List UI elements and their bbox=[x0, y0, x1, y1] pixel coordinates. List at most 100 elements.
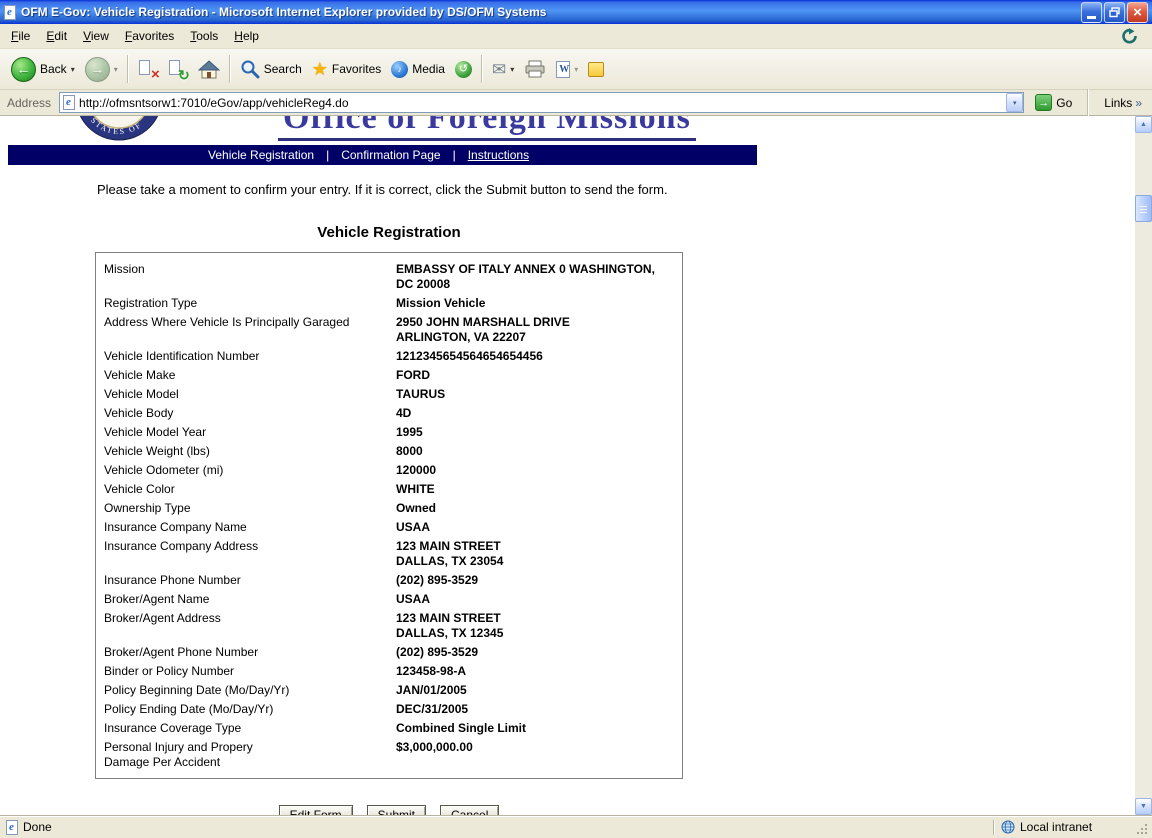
edit-dropdown-arrow[interactable]: ▾ bbox=[574, 65, 578, 74]
menu-tools[interactable]: Tools bbox=[182, 26, 226, 46]
table-row: Ownership Type Owned bbox=[96, 499, 682, 518]
table-row: Vehicle Body 4D bbox=[96, 404, 682, 423]
menu-view[interactable]: View bbox=[75, 26, 117, 46]
go-button[interactable]: → Go bbox=[1029, 94, 1078, 111]
links-menu[interactable]: Links » bbox=[1098, 96, 1148, 110]
field-label: Broker/Agent Address bbox=[104, 611, 396, 641]
table-row: Personal Injury and Propery Damage Per A… bbox=[96, 738, 682, 772]
home-button[interactable] bbox=[193, 51, 225, 87]
favorites-button[interactable]: ★ Favorites bbox=[307, 51, 387, 87]
field-value: 8000 bbox=[396, 444, 674, 459]
cancel-button[interactable]: Cancel bbox=[440, 805, 499, 815]
field-value: Owned bbox=[396, 501, 674, 516]
address-dropdown-button[interactable]: ▾ bbox=[1006, 93, 1023, 112]
field-value: USAA bbox=[396, 592, 674, 607]
forward-dropdown-arrow[interactable]: ▾ bbox=[114, 65, 118, 74]
table-row: Broker/Agent Address 123 MAIN STREET DAL… bbox=[96, 609, 682, 643]
status-page-icon: e bbox=[6, 820, 18, 835]
home-icon bbox=[198, 60, 220, 79]
table-row: Broker/Agent Phone Number (202) 895-3529 bbox=[96, 643, 682, 662]
field-label: Insurance Coverage Type bbox=[104, 721, 396, 736]
scroll-up-button[interactable]: ▲ bbox=[1135, 116, 1152, 133]
back-button[interactable]: ← Back ▾ bbox=[6, 51, 80, 87]
menu-favorites[interactable]: Favorites bbox=[117, 26, 182, 46]
field-value: Combined Single Limit bbox=[396, 721, 674, 736]
resize-grip[interactable] bbox=[1145, 832, 1147, 834]
ofm-seal: STATES OF bbox=[74, 116, 164, 145]
field-value: USAA bbox=[396, 520, 674, 535]
page-flow: Please take a moment to confirm your ent… bbox=[0, 174, 800, 815]
edit-form-button[interactable]: Edit Form bbox=[279, 805, 353, 815]
field-label: Vehicle Make bbox=[104, 368, 396, 383]
field-label: Mission bbox=[104, 262, 396, 292]
forward-button[interactable]: → ▾ bbox=[80, 51, 123, 87]
field-label: Policy Ending Date (Mo/Day/Yr) bbox=[104, 702, 396, 717]
address-input[interactable] bbox=[77, 94, 1004, 111]
field-value: FORD bbox=[396, 368, 674, 383]
scroll-thumb[interactable] bbox=[1135, 195, 1152, 222]
field-value: 123458-98-A bbox=[396, 664, 674, 679]
field-label: Vehicle Weight (lbs) bbox=[104, 444, 396, 459]
table-row: Policy Ending Date (Mo/Day/Yr) DEC/31/20… bbox=[96, 700, 682, 719]
scroll-track[interactable] bbox=[1135, 133, 1152, 798]
search-button[interactable]: Search bbox=[235, 51, 307, 87]
nav-confirmation-page[interactable]: Confirmation Page bbox=[341, 148, 440, 162]
scroll-down-button[interactable]: ▼ bbox=[1135, 798, 1152, 815]
close-button[interactable]: × bbox=[1127, 2, 1148, 23]
field-label: Vehicle Body bbox=[104, 406, 396, 421]
field-label: Policy Beginning Date (Mo/Day/Yr) bbox=[104, 683, 396, 698]
print-button[interactable] bbox=[519, 51, 551, 87]
page-nav: Vehicle Registration | Confirmation Page… bbox=[8, 145, 757, 165]
edit-with-word-button[interactable]: W ▾ bbox=[551, 51, 583, 87]
stop-button[interactable]: × bbox=[133, 51, 163, 87]
menu-file[interactable]: File bbox=[3, 26, 38, 46]
word-edit-icon: W bbox=[556, 61, 570, 78]
address-bar: Address e ▾ → Go Links » bbox=[0, 90, 1152, 116]
search-label: Search bbox=[264, 62, 302, 76]
favorites-label: Favorites bbox=[332, 62, 381, 76]
back-dropdown-arrow[interactable]: ▾ bbox=[71, 65, 75, 74]
restore-button[interactable] bbox=[1104, 2, 1125, 23]
field-value: 1995 bbox=[396, 425, 674, 440]
address-input-container: e ▾ bbox=[59, 92, 1024, 113]
table-row: Vehicle Color WHITE bbox=[96, 480, 682, 499]
table-row: Insurance Phone Number (202) 895-3529 bbox=[96, 571, 682, 590]
table-row: Registration Type Mission Vehicle bbox=[96, 294, 682, 313]
table-row: Vehicle Weight (lbs) 8000 bbox=[96, 442, 682, 461]
title-bar: e OFM E-Gov: Vehicle Registration - Micr… bbox=[0, 0, 1152, 24]
history-button[interactable]: ↺ bbox=[450, 51, 477, 87]
ie-window-icon: e bbox=[4, 5, 16, 20]
media-button[interactable]: ♪ Media bbox=[386, 51, 450, 87]
discuss-button[interactable] bbox=[583, 51, 609, 87]
stop-icon: × bbox=[138, 59, 158, 79]
table-row: Mission EMBASSY OF ITALY ANNEX 0 WASHING… bbox=[96, 260, 682, 294]
brand-icon bbox=[1121, 28, 1139, 44]
field-label: Insurance Phone Number bbox=[104, 573, 396, 588]
table-row: Vehicle Odometer (mi) 120000 bbox=[96, 461, 682, 480]
table-row: Vehicle Model TAURUS bbox=[96, 385, 682, 404]
field-value: 1212345654564654654456 bbox=[396, 349, 674, 364]
refresh-button[interactable]: ↻ bbox=[163, 51, 193, 87]
minimize-icon bbox=[1087, 16, 1096, 19]
nav-instructions-link[interactable]: Instructions bbox=[468, 148, 529, 162]
close-icon: × bbox=[1133, 5, 1142, 20]
mail-dropdown-arrow[interactable]: ▾ bbox=[510, 65, 514, 74]
toolbar-separator bbox=[481, 55, 483, 83]
status-left-panel: e Done bbox=[3, 820, 991, 835]
table-row: Policy Beginning Date (Mo/Day/Yr) JAN/01… bbox=[96, 681, 682, 700]
back-icon: ← bbox=[11, 57, 36, 82]
table-row: Insurance Company Address 123 MAIN STREE… bbox=[96, 537, 682, 571]
field-label: Registration Type bbox=[104, 296, 396, 311]
minimize-button[interactable] bbox=[1081, 2, 1102, 23]
menu-edit[interactable]: Edit bbox=[38, 26, 75, 46]
address-label: Address bbox=[4, 96, 54, 110]
toolbar-separator bbox=[229, 55, 231, 83]
confirmation-message: Please take a moment to confirm your ent… bbox=[97, 182, 800, 197]
print-icon bbox=[524, 60, 546, 78]
menu-help[interactable]: Help bbox=[226, 26, 267, 46]
table-row: Insurance Coverage Type Combined Single … bbox=[96, 719, 682, 738]
nav-vehicle-registration[interactable]: Vehicle Registration bbox=[208, 148, 314, 162]
toolbar: ← Back ▾ → ▾ × ↻ Search ★ Fav bbox=[0, 49, 1152, 90]
mail-button[interactable]: ✉ ▾ bbox=[487, 51, 519, 87]
submit-button[interactable]: Submit bbox=[367, 805, 426, 815]
